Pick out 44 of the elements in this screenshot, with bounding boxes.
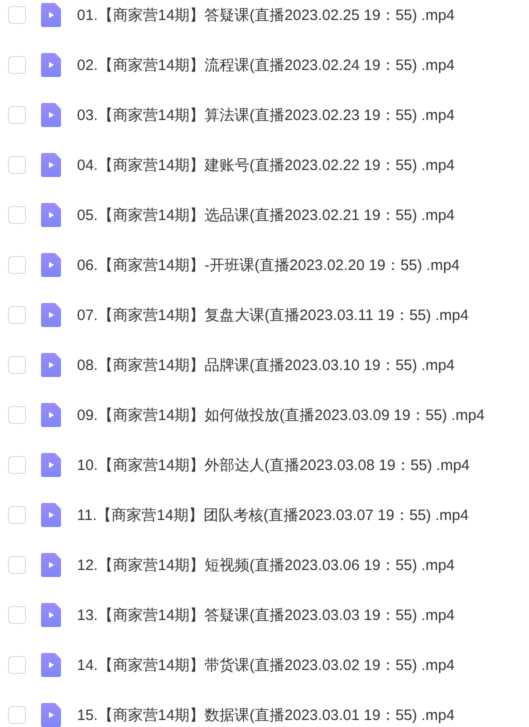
- checkbox[interactable]: [8, 406, 26, 424]
- checkbox[interactable]: [8, 456, 26, 474]
- file-name[interactable]: 06.【商家营14期】-开班课(直播2023.02.20 19：55) .mp4: [77, 256, 460, 274]
- checkbox[interactable]: [8, 56, 26, 74]
- video-file-icon: [41, 253, 61, 277]
- checkbox[interactable]: [8, 156, 26, 174]
- file-name[interactable]: 01.【商家营14期】答疑课(直播2023.02.25 19：55) .mp4: [77, 6, 455, 24]
- file-name[interactable]: 09.【商家营14期】如何做投放(直播2023.03.09 19：55) .mp4: [77, 406, 485, 424]
- checkbox[interactable]: [8, 556, 26, 574]
- video-file-icon: [41, 203, 61, 227]
- checkbox[interactable]: [8, 6, 26, 24]
- checkbox[interactable]: [8, 606, 26, 624]
- file-name[interactable]: 15.【商家营14期】数据课(直播2023.03.01 19：55) .mp4: [77, 706, 455, 724]
- video-file-icon: [41, 453, 61, 477]
- file-name[interactable]: 12.【商家营14期】短视频(直播2023.03.06 19：55) .mp4: [77, 556, 455, 574]
- file-name[interactable]: 04.【商家营14期】建账号(直播2023.02.22 19：55) .mp4: [77, 156, 455, 174]
- checkbox[interactable]: [8, 306, 26, 324]
- file-name[interactable]: 11.【商家营14期】团队考核(直播2023.03.07 19：55) .mp4: [77, 506, 469, 524]
- checkbox[interactable]: [8, 706, 26, 724]
- file-name[interactable]: 08.【商家营14期】品牌课(直播2023.03.10 19：55) .mp4: [77, 356, 455, 374]
- video-file-icon: [41, 403, 61, 427]
- video-file-icon: [41, 503, 61, 527]
- file-name[interactable]: 10.【商家营14期】外部达人(直播2023.03.08 19：55) .mp4: [77, 456, 470, 474]
- file-name[interactable]: 05.【商家营14期】选品课(直播2023.02.21 19：55) .mp4: [77, 206, 455, 224]
- video-file-icon: [41, 303, 61, 327]
- video-file-icon: [41, 3, 61, 27]
- video-file-icon: [41, 603, 61, 627]
- file-name[interactable]: 03.【商家营14期】算法课(直播2023.02.23 19：55) .mp4: [77, 106, 455, 124]
- checkbox[interactable]: [8, 256, 26, 274]
- checkbox[interactable]: [8, 656, 26, 674]
- checkbox[interactable]: [8, 506, 26, 524]
- file-name[interactable]: 13.【商家营14期】答疑课(直播2023.03.03 19：55) .mp4: [77, 606, 455, 624]
- video-file-icon: [41, 103, 61, 127]
- checkbox[interactable]: [8, 356, 26, 374]
- file-name[interactable]: 02.【商家营14期】流程课(直播2023.02.24 19：55) .mp4: [77, 56, 455, 74]
- video-file-icon: [41, 353, 61, 377]
- video-file-icon: [41, 653, 61, 677]
- video-file-icon: [41, 553, 61, 577]
- checkbox[interactable]: [8, 206, 26, 224]
- checkbox[interactable]: [8, 106, 26, 124]
- video-file-icon: [41, 153, 61, 177]
- file-name[interactable]: 07.【商家营14期】复盘大课(直播2023.03.11 19：55) .mp4: [77, 306, 469, 324]
- file-name[interactable]: 14.【商家营14期】带货课(直播2023.03.02 19：55) .mp4: [77, 656, 455, 674]
- video-file-icon: [41, 53, 61, 77]
